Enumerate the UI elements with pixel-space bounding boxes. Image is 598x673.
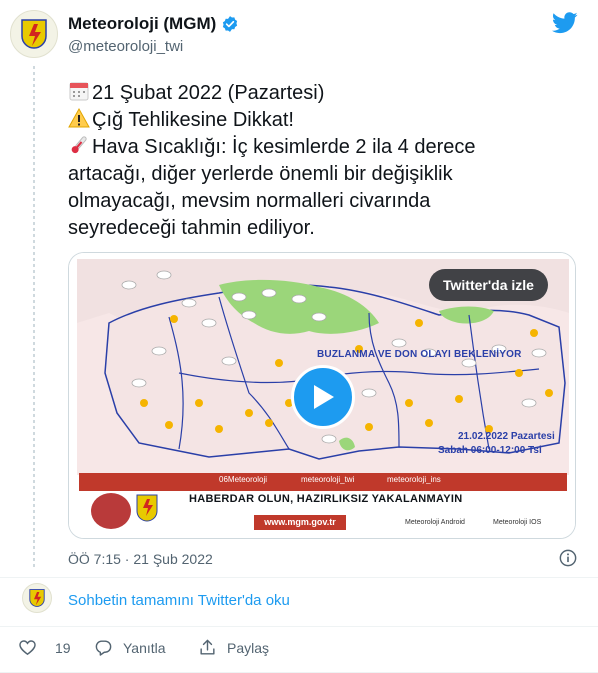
tweet-timestamp[interactable]: ÖÖ 7:15 · 21 Şub 2022	[68, 551, 213, 567]
tweet-body-line: olmayacağı, mevsim normalleri civarında	[68, 190, 431, 212]
thread-connector	[33, 66, 35, 570]
tweet-body-line: artacağı, diğer yerlerde önemli bir deği…	[68, 163, 453, 185]
tweet-line-warning: Çığ Tehlikesine Dikkat!	[68, 107, 568, 134]
mgm-banner-logo-icon	[136, 494, 158, 522]
twitter-handle: meteoroloji_twi	[301, 475, 355, 484]
tweet-line-temperature: Hava Sıcaklığı: İç kesimlerde 2 ila 4 de…	[68, 134, 568, 161]
mgm-logo-icon	[21, 19, 47, 49]
instagram-handle: meteoroloji_ins	[387, 475, 441, 484]
tweet-warning-text: Çığ Tehlikesine Dikkat!	[92, 109, 294, 131]
android-app-label: Meteoroloji Android	[405, 519, 465, 526]
tweet-body-line: seyredeceği tahmin ediliyor.	[68, 217, 315, 239]
mgm-logo-icon	[29, 589, 45, 607]
share-label: Paylaş	[227, 639, 270, 656]
banner-slogan: HABERDAR OLUN, HAZIRLIKSIZ YAKALANMAYIN	[189, 493, 463, 505]
tweet-text: 21 Şubat 2022 (Pazartesi) Çığ Tehlikesin…	[68, 80, 568, 242]
video-media[interactable]: BUZLANMA VE DON OLAYI BEKLENİYOR 21.02.2…	[68, 252, 576, 539]
thread-avatar	[22, 583, 52, 613]
reply-button[interactable]: Yanıtla	[94, 638, 166, 657]
share-icon	[200, 639, 215, 655]
author-name-text[interactable]: Meteoroloji (MGM)	[68, 14, 216, 34]
ios-app-label: Meteoroloji IOS	[493, 519, 542, 526]
embedded-tweet: Meteoroloji (MGM) @meteoroloji_twi 21 Şu…	[0, 0, 598, 673]
banner-url: www.mgm.gov.tr	[254, 515, 346, 530]
play-icon	[314, 385, 334, 409]
author-avatar[interactable]	[10, 10, 58, 58]
info-icon[interactable]	[559, 549, 577, 567]
reply-label: Yanıtla	[123, 639, 166, 656]
calendar-icon	[69, 82, 89, 101]
play-button[interactable]	[291, 365, 355, 429]
map-date: 21.02.2022 Pazartesi	[458, 431, 555, 442]
watch-on-twitter-button[interactable]: Twitter'da izle	[429, 269, 548, 301]
warning-icon	[68, 107, 90, 128]
divider	[0, 577, 598, 578]
author-handle[interactable]: @meteoroloji_twi	[68, 38, 183, 55]
ministry-logo	[91, 493, 131, 529]
thermometer-icon	[71, 136, 87, 154]
divider	[0, 626, 598, 627]
tweet-line-date: 21 Şubat 2022 (Pazartesi)	[68, 80, 568, 107]
tweet-actions: 19 Yanıtla Paylaş	[0, 638, 598, 660]
verified-badge-icon	[223, 16, 238, 32]
twitter-bird-icon[interactable]	[552, 12, 578, 34]
like-count: 19	[55, 639, 71, 656]
tweet-temperature-text: Hava Sıcaklığı: İç kesimlerde 2 ila 4 de…	[92, 136, 476, 158]
reply-bubble-icon	[95, 640, 112, 656]
share-button[interactable]: Paylaş	[198, 638, 269, 657]
map-headline: BUZLANMA VE DON OLAYI BEKLENİYOR	[317, 349, 522, 360]
tweet-date-text: 21 Şubat 2022 (Pazartesi)	[92, 82, 325, 104]
author-name[interactable]: Meteoroloji (MGM)	[68, 14, 239, 34]
map-time: Sabah 06:00-12:00 Tsi	[438, 445, 542, 456]
read-full-thread-link[interactable]: Sohbetin tamamını Twitter'da oku	[68, 592, 290, 609]
like-button[interactable]: 19	[18, 638, 71, 657]
heart-icon	[19, 640, 36, 656]
facebook-handle: 06Meteoroloji	[219, 475, 268, 484]
